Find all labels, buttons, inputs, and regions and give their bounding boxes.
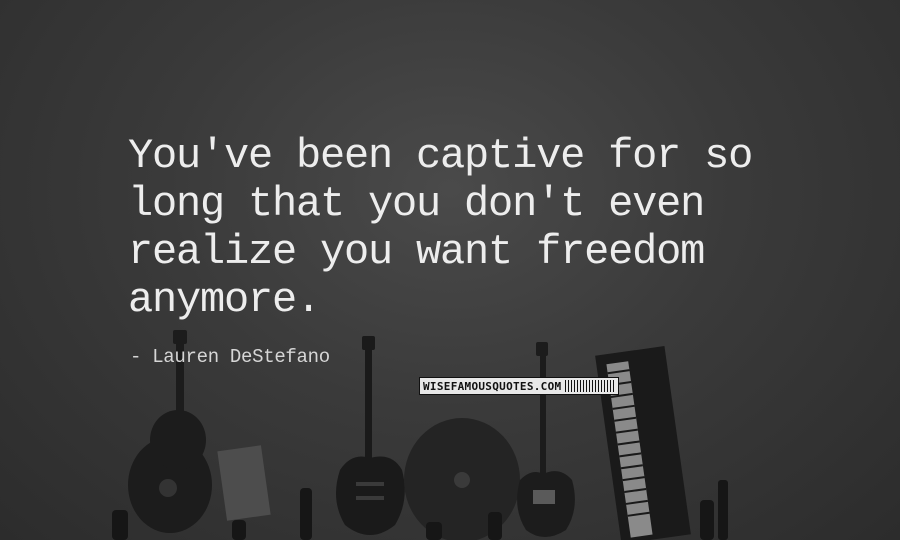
quote-line-2: long that you don't even [128, 180, 705, 228]
sheet-music-icon [217, 445, 271, 521]
watermark-barcode [565, 380, 615, 392]
watermark-logo: WISEFAMOUSQUOTES.COM [419, 377, 619, 395]
quote-line-1: You've been captive for so [128, 132, 753, 180]
quote-text: You've been captive for so long that you… [128, 132, 828, 324]
quote-line-3: realize you want freedom [128, 228, 705, 276]
quote-line-4: anymore. [128, 276, 321, 324]
watermark-text: WISEFAMOUSQUOTES.COM [423, 379, 562, 393]
quote-author: - Lauren DeStefano [130, 346, 330, 368]
keyboard-icon [595, 346, 691, 540]
bass-guitar-icon [517, 342, 575, 537]
cymbal-icon [404, 418, 520, 540]
electric-guitar-icon [336, 336, 405, 535]
